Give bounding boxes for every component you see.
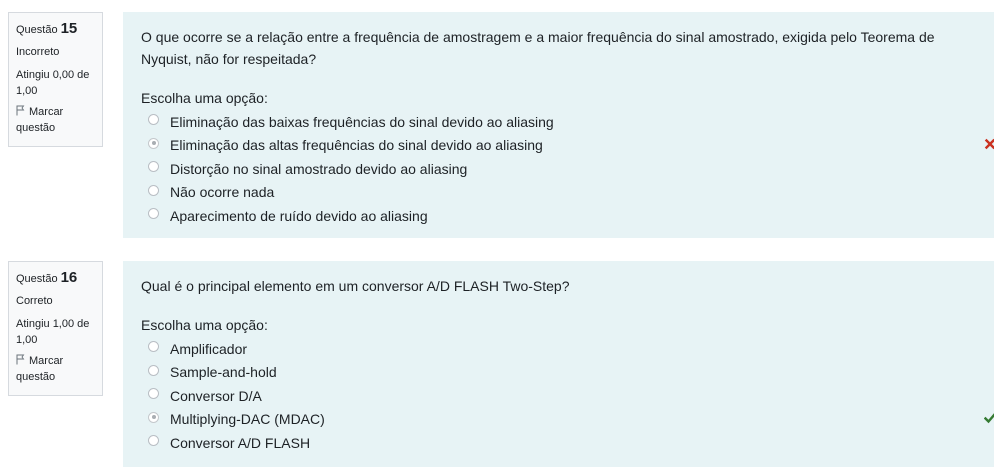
question-number-label: Questão bbox=[16, 24, 58, 36]
answer-radio[interactable] bbox=[148, 184, 159, 196]
incorrect-x-icon bbox=[984, 138, 994, 149]
answer-radio[interactable] bbox=[148, 208, 159, 220]
answer-label: Conversor D/A bbox=[170, 387, 262, 404]
answer-radio[interactable] bbox=[148, 341, 159, 353]
answer-label: Multiplying-DAC (MDAC) bbox=[170, 411, 325, 428]
flag-question-link[interactable]: Marcar questão bbox=[16, 104, 95, 136]
question-text: Qual é o principal elemento em um conver… bbox=[141, 278, 570, 294]
answer-radio-checked[interactable] bbox=[148, 137, 159, 149]
flag-icon bbox=[16, 354, 25, 365]
answer-label: Aparecimento de ruído devido ao aliasing bbox=[170, 207, 428, 224]
answer-label: Não ocorre nada bbox=[170, 184, 275, 201]
answer-option[interactable]: Conversor A/D FLASH bbox=[141, 431, 976, 455]
question-content: O que ocorre se a relação entre a frequê… bbox=[123, 12, 994, 238]
question-grade: Atingiu 1,00 de 1,00 bbox=[16, 318, 90, 346]
answer-label: Eliminação das altas frequências do sina… bbox=[170, 137, 543, 154]
answer-label: Sample-and-hold bbox=[170, 364, 277, 381]
answer-label: Amplificador bbox=[170, 340, 248, 357]
question-number-value: 16 bbox=[60, 269, 78, 286]
question-content: Qual é o principal elemento em um conver… bbox=[123, 261, 994, 467]
answer-radio[interactable] bbox=[148, 364, 159, 376]
answer-option[interactable]: Conversor D/A bbox=[141, 384, 976, 408]
question-text: O que ocorre se a relação entre a frequê… bbox=[141, 29, 935, 67]
question-number: Questão 15 bbox=[16, 21, 95, 38]
question-state: Correto bbox=[16, 295, 53, 307]
answer-label: Eliminação das baixas frequências do sin… bbox=[170, 113, 554, 130]
question-15: Questão 15 Incorreto Atingiu 0,00 de 1,00… bbox=[0, 12, 994, 238]
question-number: Questão 16 bbox=[16, 270, 95, 287]
answer-prompt: Escolha uma opção: bbox=[141, 90, 268, 106]
answer-option[interactable]: Aparecimento de ruído devido ao aliasing bbox=[141, 204, 976, 228]
answer-option-selected[interactable]: Eliminação das altas frequências do sina… bbox=[141, 134, 994, 158]
answer-label: Conversor A/D FLASH bbox=[170, 434, 311, 451]
answer-prompt: Escolha uma opção: bbox=[141, 317, 268, 333]
answer-radio[interactable] bbox=[148, 161, 159, 173]
question-number-label: Questão bbox=[16, 273, 58, 285]
answer-option[interactable]: Amplificador bbox=[141, 337, 976, 361]
answer-option[interactable]: Não ocorre nada bbox=[141, 181, 976, 205]
question-state: Incorreto bbox=[16, 46, 60, 58]
answer-list: Eliminação das baixas frequências do sin… bbox=[141, 110, 994, 228]
question-grade: Atingiu 0,00 de 1,00 bbox=[16, 69, 90, 97]
answer-option[interactable]: Eliminação das baixas frequências do sin… bbox=[141, 110, 976, 134]
question-number-value: 15 bbox=[60, 20, 78, 37]
answer-radio[interactable] bbox=[148, 435, 159, 447]
flag-question-link[interactable]: Marcar questão bbox=[16, 353, 95, 385]
correct-check-icon bbox=[984, 412, 994, 423]
question-info: Questão 16 Correto Atingiu 1,00 de 1,00 M… bbox=[8, 261, 103, 396]
answer-option[interactable]: Sample-and-hold bbox=[141, 361, 976, 385]
answer-radio[interactable] bbox=[148, 114, 159, 126]
answer-list: Amplificador Sample-and-hold Conversor D… bbox=[141, 337, 994, 455]
answer-option[interactable]: Distorção no sinal amostrado devido ao a… bbox=[141, 157, 976, 181]
answer-option-selected[interactable]: Multiplying-DAC (MDAC) bbox=[141, 408, 994, 432]
answer-radio[interactable] bbox=[148, 388, 159, 400]
flag-icon bbox=[16, 105, 25, 116]
answer-label: Distorção no sinal amostrado devido ao a… bbox=[170, 160, 468, 177]
question-16: Questão 16 Correto Atingiu 1,00 de 1,00 M… bbox=[0, 261, 994, 467]
answer-radio-checked[interactable] bbox=[148, 411, 159, 423]
question-info: Questão 15 Incorreto Atingiu 0,00 de 1,00… bbox=[8, 12, 103, 147]
